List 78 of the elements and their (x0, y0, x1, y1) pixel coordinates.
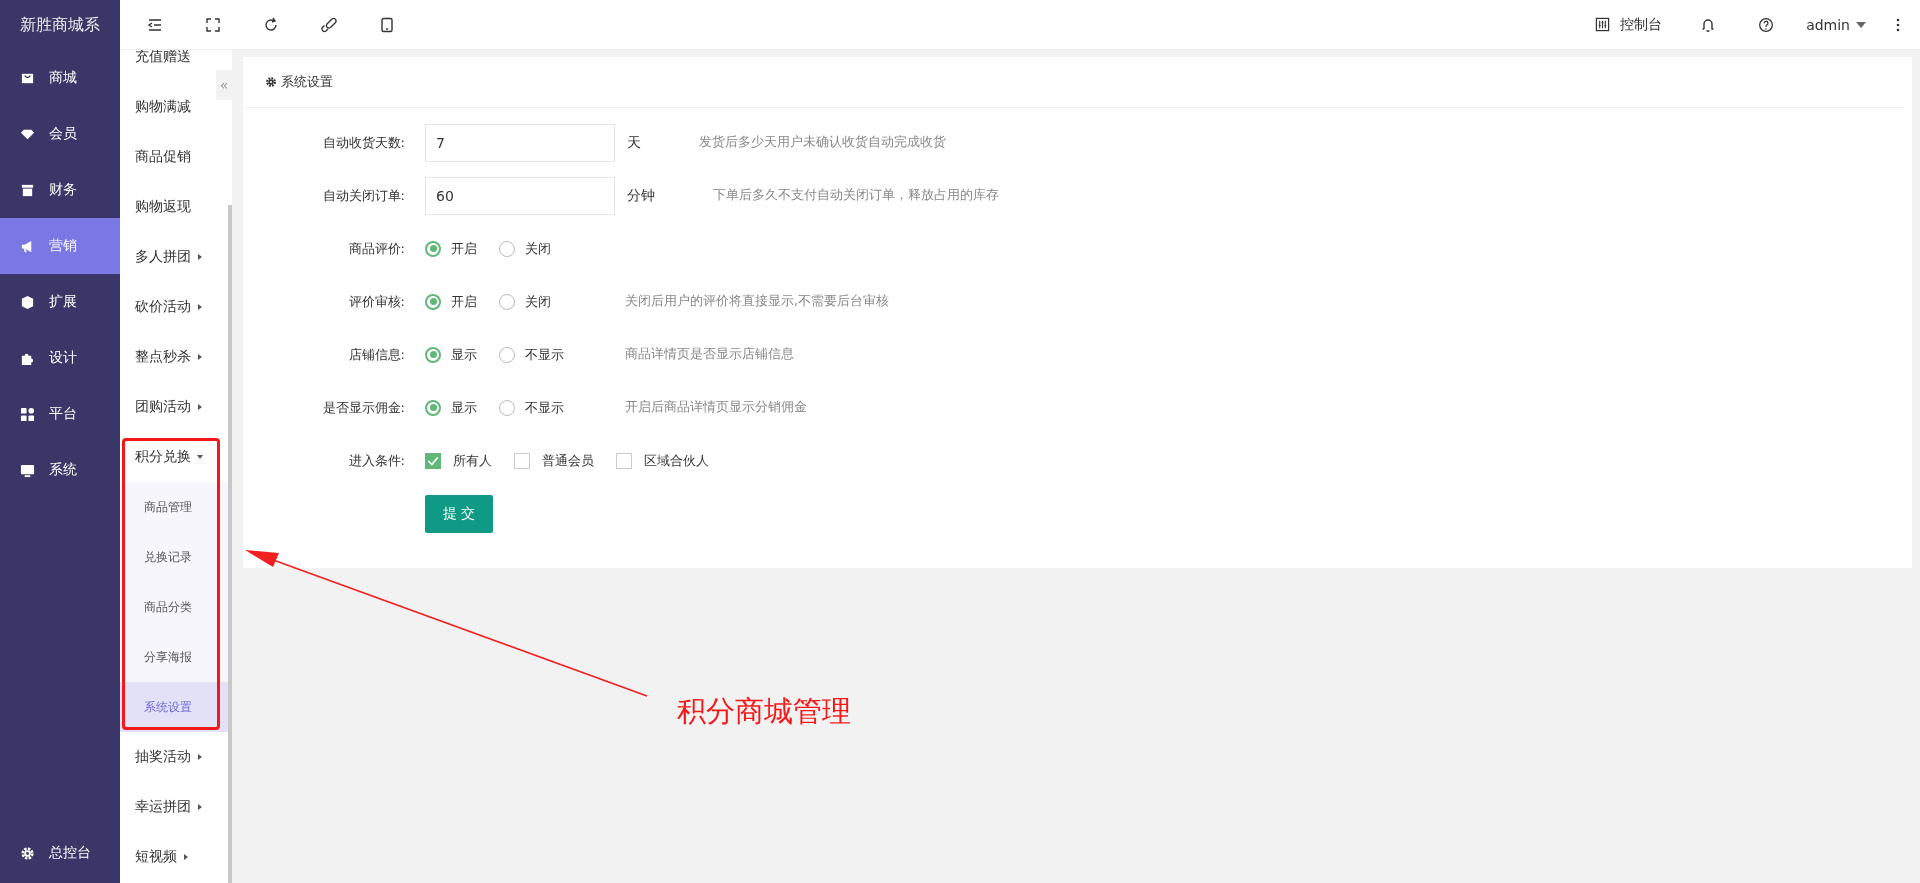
help-icon[interactable] (1758, 16, 1775, 33)
refresh-icon[interactable] (263, 16, 279, 33)
sliders-icon (1595, 17, 1611, 32)
submit-button[interactable]: 提 交 (425, 494, 493, 533)
unit-label: 分钟 (627, 186, 655, 205)
grid-icon (20, 406, 35, 422)
submenu-item[interactable]: 购物返现 (120, 182, 216, 232)
main-menu-item[interactable]: 系统 (0, 442, 120, 498)
submenu-group[interactable]: 抽奖活动 (120, 732, 216, 782)
console-link[interactable]: 控制台 (1595, 15, 1663, 34)
caret-icon (197, 454, 203, 460)
unit-label: 天 (627, 133, 641, 152)
submenu-group[interactable]: 团购活动 (120, 382, 216, 432)
brand-title: 新胜商城系 (19, 14, 101, 36)
submenu-item[interactable]: 商品促销 (120, 132, 216, 182)
input-field[interactable]: 7 (425, 123, 615, 162)
menu-icon[interactable] (147, 16, 163, 33)
monitor-icon (20, 462, 35, 478)
main-menu-item[interactable]: 会员 (0, 106, 120, 162)
submenu-group[interactable]: 整点秒杀 (120, 332, 216, 382)
radio-option[interactable]: 关闭 (499, 292, 551, 311)
field-label: 自动关闭订单: (321, 186, 406, 205)
card-title: 系统设置 (281, 73, 333, 91)
field-label: 是否显示佣金: (321, 398, 406, 417)
fullscreen-icon[interactable] (205, 16, 221, 33)
bell-icon[interactable] (1700, 16, 1717, 33)
submenu-group[interactable]: 积分兑换 (120, 432, 216, 482)
radio-option[interactable]: 显示 (425, 345, 477, 364)
checkbox-option[interactable]: 区域合伙人 (616, 451, 709, 470)
caret-icon (197, 804, 203, 810)
tablet-icon[interactable] (379, 16, 395, 33)
field-label: 店铺信息: (347, 345, 406, 364)
caret-icon (197, 754, 203, 760)
more-icon[interactable] (1896, 16, 1900, 33)
submenu-group[interactable]: 幸运拼团 (120, 782, 216, 832)
submenu-group[interactable]: 多人拼团 (120, 232, 216, 282)
radio-option[interactable]: 不显示 (499, 398, 564, 417)
checkbox-option[interactable]: 普通会员 (514, 451, 594, 470)
caret-icon (197, 354, 203, 360)
checkbox-option[interactable]: 所有人 (425, 451, 492, 470)
cube-icon (20, 294, 35, 310)
caret-icon (197, 254, 203, 260)
main-menu-item[interactable]: 营销 (0, 218, 120, 274)
caret-icon (183, 854, 189, 860)
main-menu-item[interactable]: 财务 (0, 162, 120, 218)
radio-option[interactable]: 不显示 (499, 345, 564, 364)
field-hint: 关闭后用户的评价将直接显示,不需要后台审核 (625, 293, 889, 310)
main-menu-item[interactable]: 设计 (0, 330, 120, 386)
submenu-group[interactable]: 短视频 (120, 832, 216, 882)
submenu-item[interactable]: 购物满减 (120, 82, 216, 132)
field-label: 进入条件: (347, 451, 406, 470)
radio-option[interactable]: 开启 (425, 292, 477, 311)
caret-icon (197, 404, 203, 410)
radio-option[interactable]: 开启 (425, 239, 477, 258)
main-menu-item[interactable]: 平台 (0, 386, 120, 442)
gear-icon (20, 845, 35, 861)
user-menu[interactable]: admin (1806, 16, 1866, 33)
submenu-item[interactable]: 充值赠送 (120, 50, 216, 82)
field-label: 商品评价: (347, 239, 406, 258)
submenu-group[interactable]: 砍价活动 (120, 282, 216, 332)
main-menu-item[interactable]: 商城 (0, 50, 120, 106)
link-icon[interactable] (321, 16, 337, 33)
field-label: 自动收货天数: (321, 133, 406, 152)
caret-icon (197, 304, 203, 310)
field-hint: 商品详情页是否显示店铺信息 (625, 346, 794, 363)
input-field[interactable]: 60 (425, 176, 615, 215)
field-hint: 发货后多少天用户未确认收货自动完成收货 (699, 134, 946, 151)
dashboard-menu-item[interactable]: 总控台 (0, 825, 120, 881)
field-label: 评价审核: (347, 292, 406, 311)
field-hint: 下单后多久不支付自动关闭订单，释放占用的库存 (713, 187, 999, 204)
radio-option[interactable]: 显示 (425, 398, 477, 417)
main-menu-item[interactable]: 扩展 (0, 274, 120, 330)
box-icon (20, 182, 35, 198)
annotation-text: 积分商城管理 (677, 693, 851, 730)
gear-icon (265, 76, 277, 88)
radio-option[interactable]: 关闭 (499, 239, 551, 258)
field-hint: 开启后商品详情页显示分销佣金 (625, 399, 807, 416)
caret-icon (1856, 21, 1866, 28)
